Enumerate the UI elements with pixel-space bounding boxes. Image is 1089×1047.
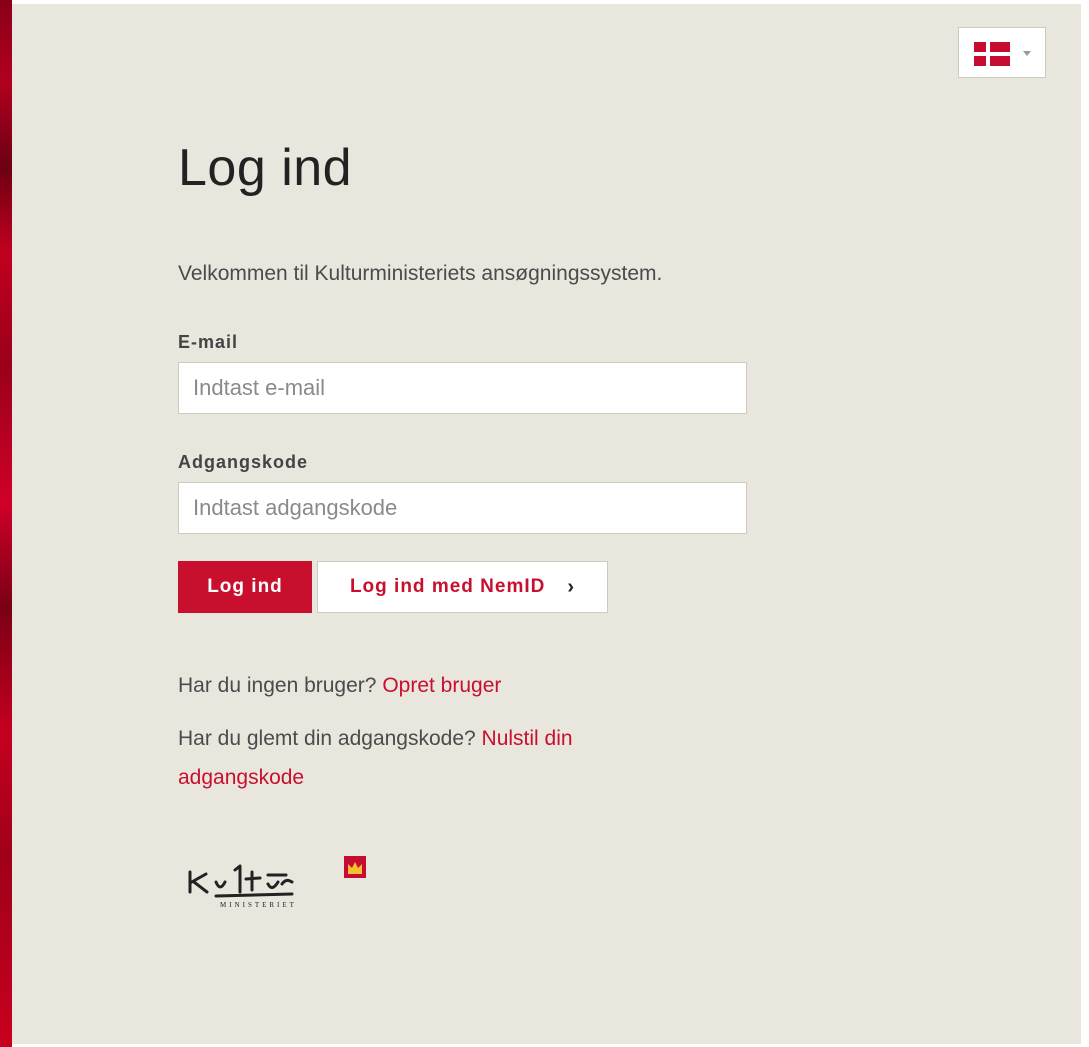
welcome-text: Velkommen til Kulturministeriets ansøgni…	[178, 262, 663, 285]
login-panel: Log ind Velkommen til Kulturministeriets…	[12, 4, 1081, 1044]
logo-subtitle: MINISTERIET	[220, 901, 297, 909]
crown-icon	[344, 856, 366, 878]
forgot-password-prompt: Har du glemt din adgangskode?	[178, 727, 476, 750]
chevron-right-icon: ›	[567, 576, 576, 598]
nemid-login-button[interactable]: Log ind med NemID ›	[317, 561, 608, 613]
nemid-login-label: Log ind med NemID	[349, 576, 546, 597]
page: Log ind Velkommen til Kulturministeriets…	[0, 0, 1089, 1047]
signup-prompt: Har du ingen bruger?	[178, 674, 377, 697]
forgot-password-line: Har du glemt din adgangskode? Nulstil di…	[178, 719, 658, 797]
danish-flag-icon	[974, 42, 1010, 66]
kulturministeriet-logo: MINISTERIET	[188, 856, 366, 909]
email-label: E-mail	[178, 332, 239, 352]
caret-down-icon	[1023, 51, 1031, 56]
signup-line: Har du ingen bruger? Opret bruger	[178, 666, 658, 705]
email-input[interactable]	[178, 362, 747, 414]
language-selector[interactable]	[958, 27, 1046, 78]
page-title: Log ind	[178, 139, 353, 197]
password-label: Adgangskode	[178, 452, 309, 472]
logo-wordmark	[188, 864, 294, 898]
create-user-link[interactable]: Opret bruger	[382, 674, 501, 697]
decorative-side-strip	[0, 0, 12, 1047]
login-button[interactable]: Log ind	[178, 561, 312, 613]
password-input[interactable]	[178, 482, 747, 534]
